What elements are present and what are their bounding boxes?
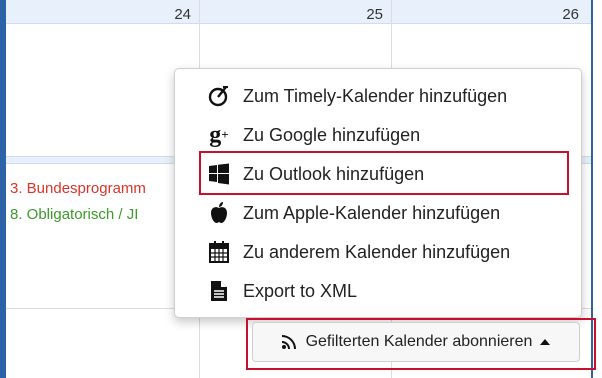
menu-item-label: Zum Apple-Kalender hinzufügen — [243, 202, 501, 223]
menu-item-label: Zu anderem Kalender hinzufügen — [243, 241, 511, 262]
calendar-left-border — [0, 0, 6, 378]
day-number: 25 — [366, 6, 383, 23]
menu-item-label: Zum Timely-Kalender hinzufügen — [243, 85, 508, 106]
document-icon — [205, 277, 233, 305]
subscribe-filtered-calendar-button[interactable]: Gefilterten Kalender abonnieren — [252, 322, 580, 362]
calendar-icon — [205, 238, 233, 266]
day-number: 24 — [174, 6, 191, 23]
day-header-25[interactable]: 25 — [200, 0, 391, 24]
menu-item-label: Zu Google hinzufügen — [243, 124, 421, 145]
menu-item-label: Export to XML — [243, 280, 358, 301]
day-header-26[interactable]: 26 — [392, 0, 591, 24]
event-bundesprogramm[interactable]: 3. Bundesprogramm — [10, 180, 176, 197]
menu-item-apple[interactable]: Zum Apple-Kalender hinzufügen — [205, 198, 500, 228]
menu-item-timely[interactable]: Zum Timely-Kalender hinzufügen — [205, 81, 507, 111]
menu-item-google[interactable]: g + Zu Google hinzufügen — [205, 120, 420, 150]
google-plus-icon: g + — [209, 121, 229, 148]
rss-icon — [281, 335, 296, 349]
apple-icon — [205, 199, 233, 227]
event-obligatorisch[interactable]: 8. Obligatorisch / JI — [10, 206, 176, 223]
highlight-outline — [199, 151, 569, 195]
menu-item-export-xml[interactable]: Export to XML — [205, 276, 357, 306]
caret-up-icon — [540, 339, 551, 345]
day-number: 26 — [562, 6, 579, 23]
subscribe-label: Gefilterten Kalender abonnieren — [305, 333, 533, 350]
timely-icon — [205, 82, 233, 110]
day-header-24[interactable]: 24 — [6, 0, 199, 24]
menu-item-other-calendar[interactable]: Zu anderem Kalender hinzufügen — [205, 237, 510, 267]
